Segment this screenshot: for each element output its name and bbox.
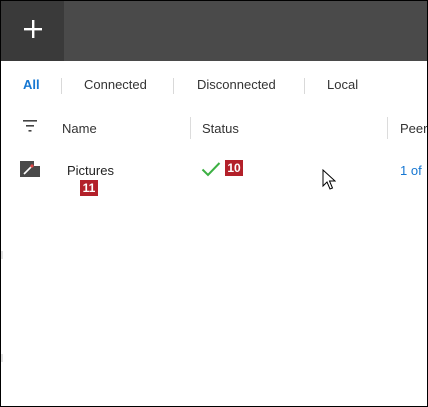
tab-all[interactable]: All	[23, 77, 40, 92]
column-divider[interactable]	[190, 117, 191, 139]
name-badge: 11	[80, 180, 98, 196]
top-toolbar	[1, 1, 427, 61]
table-row[interactable]: Pictures 1 of	[1, 149, 427, 199]
filter-tabs: All Connected Disconnected Local	[1, 61, 427, 107]
shared-folder-icon	[20, 160, 40, 183]
status-badge: 10	[225, 160, 243, 176]
app-window: All Connected Disconnected Local Name St…	[0, 0, 428, 407]
edge-mark	[1, 251, 3, 259]
tab-divider	[61, 78, 62, 94]
tab-disconnected[interactable]: Disconnected	[197, 77, 276, 92]
plus-icon	[23, 19, 43, 44]
column-header-status[interactable]: Status	[202, 121, 239, 136]
table-header: Name Status Peer	[1, 107, 427, 149]
column-header-peers[interactable]: Peer	[400, 121, 427, 136]
tab-divider	[173, 78, 174, 94]
peers-link[interactable]: 1 of	[400, 163, 422, 178]
folder-name: Pictures	[67, 163, 114, 178]
edge-mark	[1, 354, 3, 362]
tab-local[interactable]: Local	[327, 77, 358, 92]
column-divider[interactable]	[387, 117, 388, 139]
filter-icon[interactable]	[23, 119, 37, 137]
tab-divider	[304, 78, 305, 94]
mouse-cursor-icon	[322, 168, 337, 196]
add-button[interactable]	[1, 1, 64, 61]
checkmark-icon	[201, 161, 221, 182]
tab-connected[interactable]: Connected	[84, 77, 147, 92]
column-header-name[interactable]: Name	[62, 121, 97, 136]
